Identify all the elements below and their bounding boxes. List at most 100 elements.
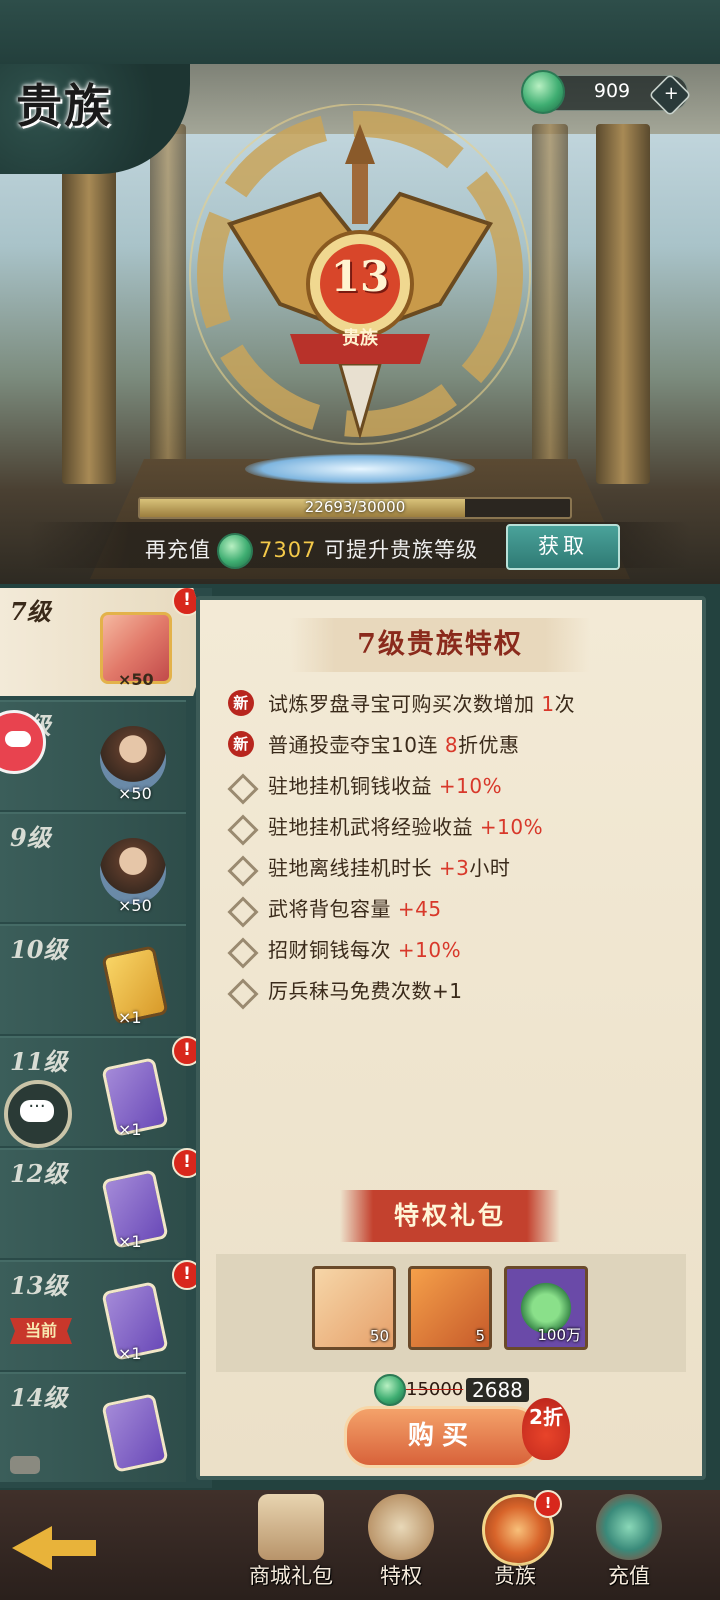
privilege-text: 普通投壶夺宝10连 — [268, 733, 438, 757]
buy-button[interactable]: 购买 — [344, 1406, 540, 1468]
page-title: 贵族 — [16, 79, 112, 133]
jade-coin-icon — [374, 1374, 406, 1406]
new-badge: 新 — [228, 690, 254, 716]
privilege-row: 招财铜钱每次 +10% — [227, 930, 688, 971]
level-label: 14级 — [10, 1383, 68, 1412]
gift-item-orb[interactable]: 100万 — [504, 1266, 588, 1350]
privilege-value: +10% — [479, 815, 544, 839]
nav-label: 贵族 — [494, 1564, 536, 1588]
gift-item-card[interactable]: 5 — [408, 1266, 492, 1350]
hero-portrait-icon — [100, 726, 166, 792]
level-label: 11级 — [10, 1047, 68, 1076]
gift-item-count: 5 — [475, 1327, 485, 1345]
chat-button[interactable]: ··· — [4, 1080, 72, 1148]
knot-bullet-icon — [227, 814, 259, 846]
knot-bullet-icon — [227, 855, 259, 887]
shop-gift-icon — [258, 1494, 324, 1560]
privilege-suffix: 折优惠 — [458, 733, 520, 757]
nav-shop-gift[interactable]: 商城礼包 — [236, 1494, 346, 1598]
privilege-value: +45 — [397, 897, 442, 921]
privilege-value: +3 — [438, 856, 470, 880]
chat-bubble-icon: ··· — [20, 1098, 54, 1122]
level-label: 10级 — [10, 935, 68, 964]
level-item[interactable]: 7级 ×50! — [0, 588, 210, 696]
privilege-value: +10% — [438, 774, 503, 798]
privilege-icon — [368, 1494, 434, 1560]
privilege-list: 新试炼罗盘寻宝可购买次数增加 1次新普通投壶夺宝10连 8折优惠 驻地挂机铜钱收益… — [227, 684, 688, 1012]
pillar — [62, 124, 116, 484]
recharge-bag-icon — [596, 1494, 662, 1560]
gift-item-pack[interactable]: 50 — [312, 1266, 396, 1350]
level-item[interactable]: 9级 ×50 — [0, 812, 186, 922]
reward-count: ×1 — [118, 1344, 142, 1363]
current-level-tag: 当前 — [10, 1318, 72, 1344]
privilege-text: 驻地挂机武将经验收益 — [268, 815, 473, 839]
get-button[interactable]: 获取 — [506, 524, 620, 570]
plus-icon: + — [663, 83, 679, 104]
privilege-row: 武将背包容量 +45 — [227, 889, 688, 930]
notification-dot: ! — [534, 1490, 562, 1518]
level-item[interactable]: 13级 ×1 当前! — [0, 1260, 202, 1370]
knot-bullet-icon — [227, 937, 259, 969]
recharge-suffix: 可提升贵族等级 — [324, 538, 479, 562]
hero-portrait-icon — [100, 838, 166, 904]
new-price: 2688 — [466, 1378, 529, 1402]
privilege-suffix: 次 — [554, 692, 576, 716]
recharge-prefix: 再充值 — [145, 538, 211, 562]
privilege-text: 招财铜钱每次 — [268, 938, 391, 962]
old-price: 15000 — [406, 1379, 464, 1400]
reward-count: ×1 — [118, 1232, 142, 1251]
privilege-row: 驻地挂机武将经验收益 +10% — [227, 807, 688, 848]
privilege-row: 厉兵秣马免费次数+1 — [227, 971, 688, 1012]
privilege-text: 厉兵秣马免费次数+1 — [268, 979, 463, 1003]
emblem-level-number: 13 — [330, 252, 390, 301]
knot-bullet-icon — [227, 978, 259, 1010]
emblem-badge-label: 贵族 — [342, 328, 378, 349]
privilege-suffix: 小时 — [469, 856, 511, 880]
reward-count: ×50 — [118, 784, 152, 803]
privilege-row: 驻地挂机铜钱收益 +10% — [227, 766, 688, 807]
nav-noble[interactable]: ! 贵族 — [460, 1490, 570, 1598]
progress-text: 22693/30000 — [304, 498, 406, 516]
gift-section-title: 特权礼包 — [340, 1190, 560, 1242]
level-item[interactable]: 12级 ×1! — [0, 1148, 202, 1258]
pillar — [596, 124, 650, 484]
reward-count: ×50 — [118, 896, 152, 915]
back-arrow-icon-bar — [48, 1540, 96, 1556]
level-label: 13级 — [10, 1271, 68, 1300]
recharge-amount: 7307 — [259, 538, 317, 562]
privilege-row: 新试炼罗盘寻宝可购买次数增加 1次 — [228, 684, 688, 725]
gift-item-count: 50 — [369, 1327, 389, 1345]
level-label: 12级 — [10, 1159, 68, 1188]
nav-label: 充值 — [608, 1564, 650, 1588]
gift-items-box: 50 5 100万 — [216, 1254, 686, 1372]
level-label: 7级 — [10, 597, 51, 626]
reward-count: ×1 — [118, 1008, 142, 1027]
nav-label: 特权 — [380, 1564, 422, 1588]
back-arrow-icon — [12, 1526, 52, 1570]
nav-label: 商城礼包 — [249, 1564, 333, 1588]
privilege-text: 驻地挂机铜钱收益 — [268, 774, 432, 798]
level-label: 9级 — [10, 823, 51, 852]
currency-amount: 909 — [593, 80, 631, 102]
privilege-row: 新普通投壶夺宝10连 8折优惠 — [228, 725, 688, 766]
privilege-value: 1 — [541, 692, 555, 716]
nav-recharge[interactable]: 充值 — [574, 1494, 684, 1598]
back-button[interactable] — [0, 1508, 110, 1588]
new-badge: 新 — [228, 731, 254, 757]
privilege-row: 驻地离线挂机时长 +3小时 — [227, 848, 688, 889]
currency-display: 909 + — [521, 70, 692, 117]
discount-badge: 2折 — [522, 1398, 570, 1460]
scroll-indicator-icon — [10, 1456, 40, 1474]
top-strip — [0, 0, 720, 64]
level-item[interactable]: 10级 ×1 — [0, 924, 186, 1034]
jade-coin-icon — [521, 70, 565, 114]
nav-privilege[interactable]: 特权 — [346, 1494, 456, 1598]
knot-bullet-icon — [227, 773, 259, 805]
panel-title: 7级贵族特权 — [290, 618, 590, 672]
reward-count: ×50 — [118, 670, 154, 689]
privilege-text: 武将背包容量 — [268, 897, 391, 921]
privilege-value: +10% — [397, 938, 462, 962]
privilege-value: 8 — [444, 733, 459, 757]
privilege-text: 试炼罗盘寻宝可购买次数增加 — [268, 692, 535, 716]
